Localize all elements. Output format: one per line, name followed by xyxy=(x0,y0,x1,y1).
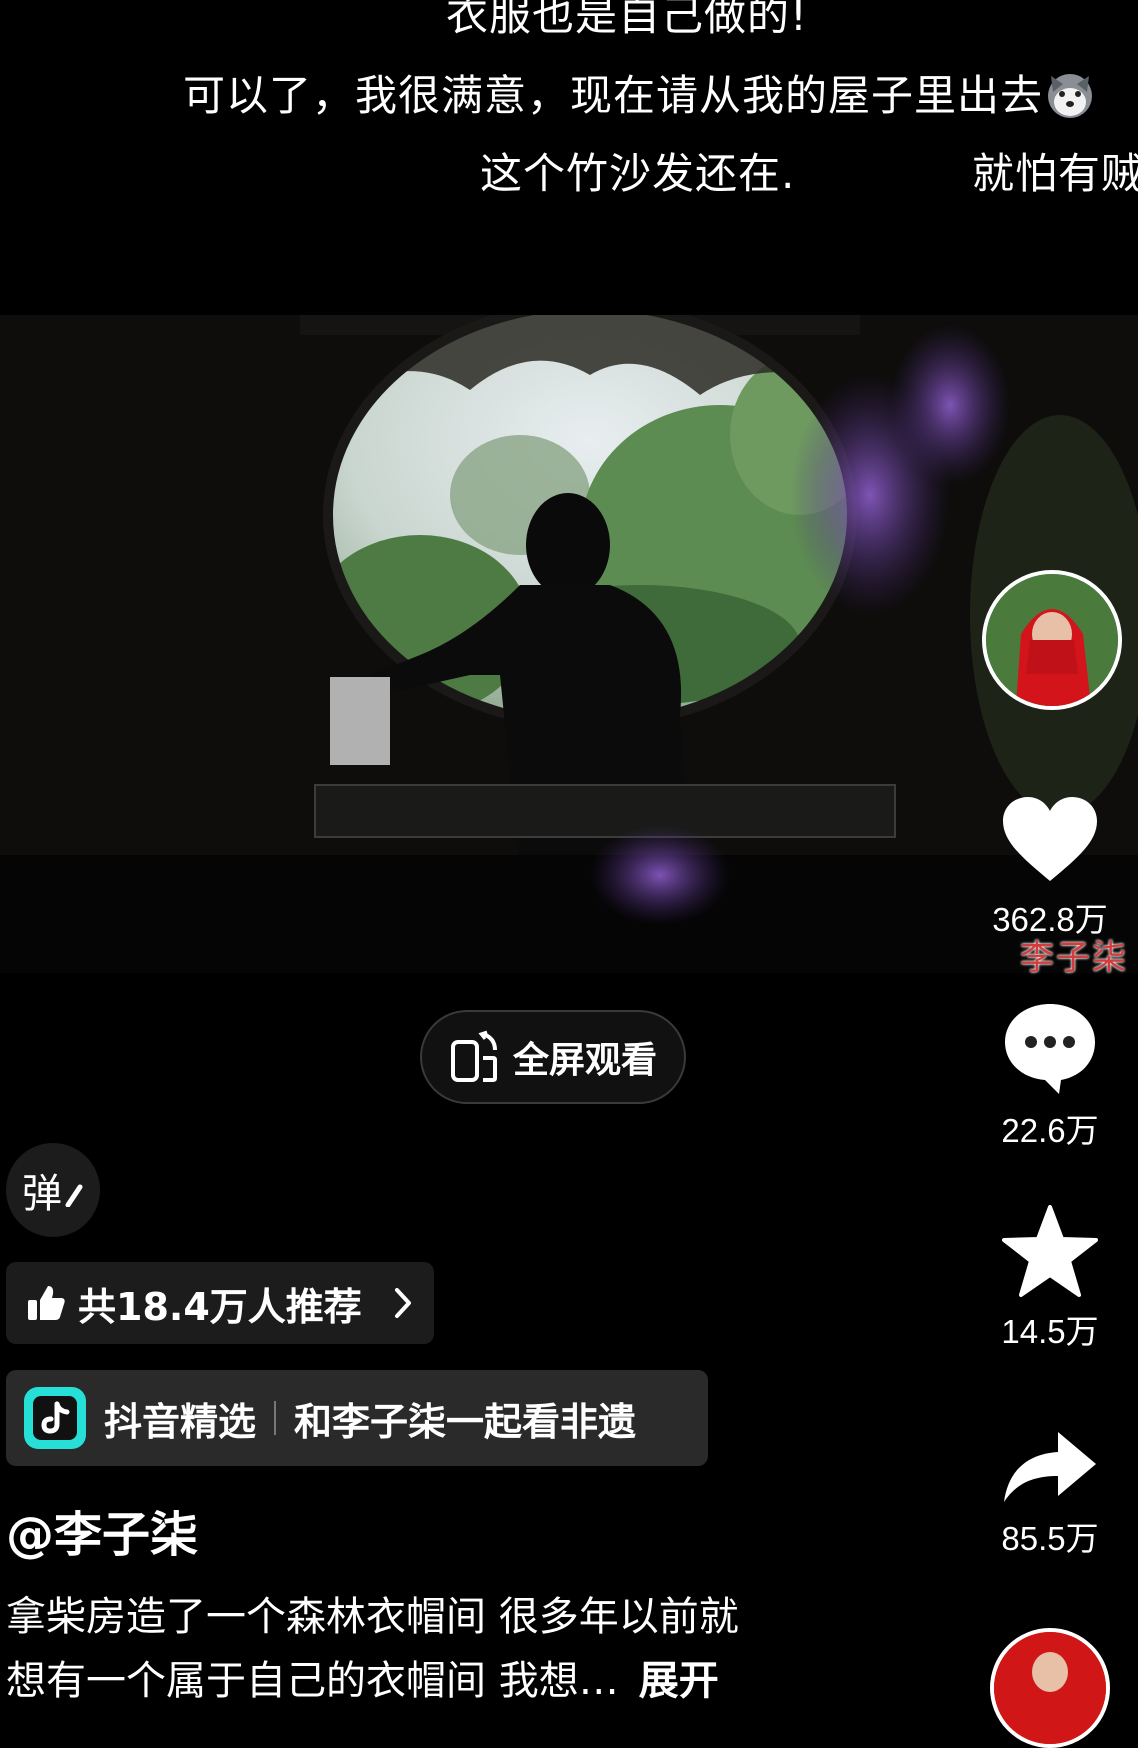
like-button[interactable]: 362.8万 xyxy=(985,795,1115,941)
danmaku-toggle-label: 弹 xyxy=(22,1171,62,1217)
star-icon xyxy=(1002,1205,1098,1297)
avatar-portrait xyxy=(986,574,1118,706)
danmaku-toggle-button[interactable]: 弹 xyxy=(6,1143,100,1237)
thumbs-up-icon xyxy=(28,1286,65,1320)
danmaku-comment: 就怕有贼 xyxy=(972,149,1138,198)
heart-icon xyxy=(1003,797,1097,881)
caption-line: 拿柴房造了一个森林衣帽间 很多年以前就 xyxy=(6,1594,739,1640)
video-player[interactable] xyxy=(0,315,1138,973)
comment-button[interactable]: 22.6万 xyxy=(985,1000,1115,1152)
favorite-count: 14.5万 xyxy=(1001,1313,1099,1350)
collection-topic: 和李子柒一起看非遗 xyxy=(294,1399,637,1444)
husky-face-emoji xyxy=(1048,74,1093,118)
collection-chip[interactable]: 抖音精选 和李子柒一起看非遗 xyxy=(6,1370,708,1466)
share-count: 85.5万 xyxy=(1001,1520,1099,1557)
author-avatar[interactable] xyxy=(982,570,1122,710)
fullscreen-button[interactable]: 全屏观看 xyxy=(420,1010,686,1104)
caption-line: 想有一个属于自己的衣帽间 我想… 展开 xyxy=(6,1658,719,1704)
music-disc-icon xyxy=(994,1632,1106,1744)
danmaku-comment: 衣服也是自己做的! xyxy=(446,0,808,40)
chevron-right-icon xyxy=(395,1288,411,1318)
author-handle[interactable]: @李子柒 xyxy=(6,1495,198,1565)
slash-icon xyxy=(65,1184,83,1207)
video-frame-illustration xyxy=(0,315,1138,973)
rotate-phone-icon xyxy=(450,1030,497,1082)
danmaku-comment: 这个竹沙发还在. xyxy=(480,149,796,198)
comment-count: 22.6万 xyxy=(1001,1112,1099,1149)
divider xyxy=(274,1401,277,1435)
share-button[interactable]: 85.5万 xyxy=(985,1430,1115,1560)
like-count: 362.8万 xyxy=(992,901,1108,938)
share-icon xyxy=(1004,1432,1096,1502)
comment-icon xyxy=(1005,1004,1095,1094)
favorite-button[interactable]: 14.5万 xyxy=(985,1205,1115,1353)
collection-app-name: 抖音精选 xyxy=(104,1399,257,1444)
expand-caption-button[interactable]: 展开 xyxy=(639,1658,719,1704)
music-disc-avatar[interactable] xyxy=(990,1628,1110,1748)
douyin-logo-icon xyxy=(24,1387,86,1449)
recommend-label: 共18.4万人推荐 xyxy=(78,1284,362,1329)
recommend-chip[interactable]: 共18.4万人推荐 xyxy=(6,1262,434,1344)
fullscreen-label: 全屏观看 xyxy=(512,1040,657,1081)
danmaku-comment: 可以了，我很满意，现在请从我的屋子里出去 xyxy=(183,62,1097,123)
video-caption: 拿柴房造了一个森林衣帽间 很多年以前就 想有一个属于自己的衣帽间 我想… 展开 xyxy=(6,1585,886,1713)
